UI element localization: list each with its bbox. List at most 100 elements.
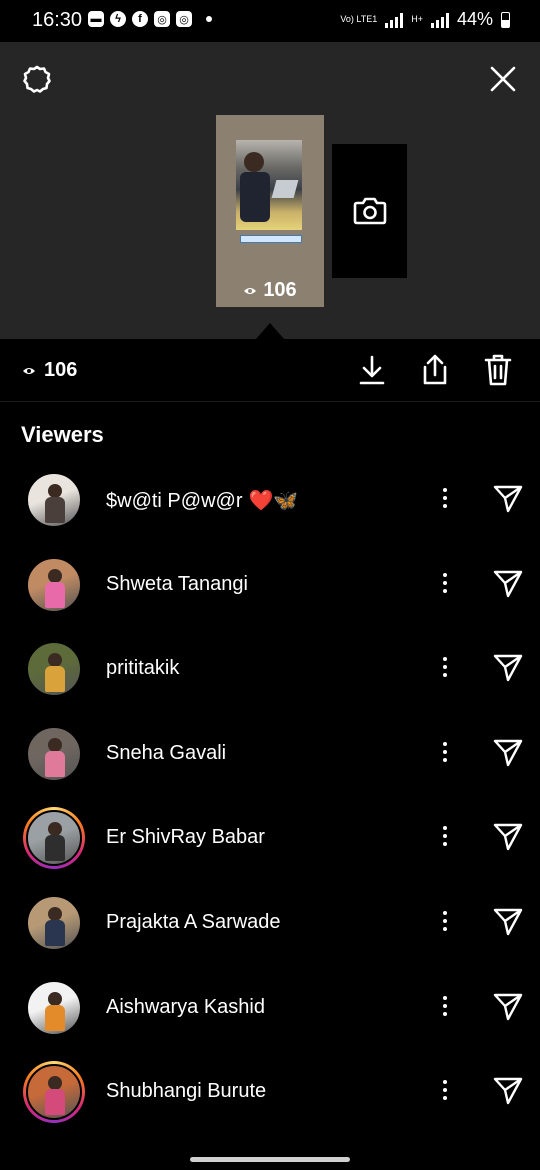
avatar (26, 725, 82, 782)
home-indicator[interactable] (190, 1157, 350, 1162)
viewer-row[interactable]: Shubhangi Burute (0, 1061, 540, 1145)
avatar-person-body (45, 835, 65, 862)
story-thumbnail[interactable]: 106 (216, 115, 324, 307)
instagram-icon: ◎ (176, 11, 192, 27)
send-message-icon[interactable] (492, 652, 524, 684)
viewer-row[interactable]: $w@ti P@w@r ❤️🦋 (0, 469, 540, 553)
facebook-icon: f (132, 11, 148, 27)
viewer-name[interactable]: $w@ti P@w@r ❤️🦋 (106, 488, 298, 513)
thumbnail-view-count: 106 (216, 279, 324, 302)
story-ring-avatar[interactable] (23, 1061, 85, 1124)
send-message-icon[interactable] (492, 568, 524, 600)
avatar-person-body (45, 1004, 65, 1031)
viewer-row[interactable]: Aishwarya Kashid (0, 977, 540, 1061)
viewer-name[interactable]: prititakik (106, 657, 179, 680)
avatar (26, 979, 82, 1036)
send-message-icon[interactable] (492, 906, 524, 938)
story-photo (236, 140, 302, 230)
more-options-icon[interactable] (435, 568, 455, 598)
avatar-person-body (45, 750, 65, 777)
story-ring-avatar[interactable] (23, 807, 85, 870)
views-count: 106 (22, 359, 77, 382)
viewer-row[interactable]: Shweta Tanangi (0, 554, 540, 638)
avatar (26, 1064, 82, 1121)
signal-icon (385, 12, 404, 28)
instagram-icon: ◎ (154, 11, 170, 27)
signal-icon (430, 12, 449, 28)
viewer-name[interactable]: Prajakta A Sarwade (106, 911, 281, 934)
avatar-container[interactable] (23, 469, 85, 531)
viewer-row[interactable]: prititakik (0, 638, 540, 722)
more-options-icon[interactable] (435, 1075, 455, 1105)
avatar-container[interactable] (23, 977, 85, 1039)
hplus-label: H+ (411, 14, 423, 24)
more-options-icon[interactable] (435, 737, 455, 767)
avatar-container[interactable] (23, 638, 85, 700)
avatar-person-head (48, 653, 62, 668)
send-message-icon[interactable] (492, 991, 524, 1023)
more-options-icon[interactable] (435, 821, 455, 851)
delete-icon[interactable] (483, 353, 513, 387)
messenger-icon: ϟ (110, 11, 126, 27)
avatar (26, 895, 82, 951)
person-body (240, 172, 270, 222)
viewers-heading: Viewers (21, 422, 104, 447)
viewer-name[interactable]: Aishwarya Kashid (106, 996, 265, 1019)
views-number: 106 (44, 359, 78, 381)
download-icon[interactable] (357, 353, 387, 387)
status-time: 16:30 (32, 9, 83, 31)
avatar (26, 556, 82, 613)
more-options-icon[interactable] (435, 906, 455, 936)
more-options-icon[interactable] (435, 991, 455, 1021)
eye-icon (244, 287, 257, 294)
viewer-row[interactable]: Er ShivRay Babar (0, 807, 540, 891)
status-bar: 16:30 ▬ ϟ f ◎ ◎ Vo) LTE1 H+ 44% (0, 0, 540, 42)
avatar-person-head (48, 822, 62, 837)
avatar-person-head (48, 991, 62, 1006)
send-message-icon[interactable] (492, 1075, 524, 1107)
more-options-icon[interactable] (435, 652, 455, 682)
add-story-camera-button[interactable] (332, 144, 407, 278)
send-message-icon[interactable] (492, 737, 524, 769)
avatar-person-body (45, 920, 65, 946)
story-action-bar: 106 (0, 339, 540, 402)
message-icon: ▬ (88, 11, 104, 27)
send-message-icon[interactable] (492, 821, 524, 853)
avatar-container[interactable] (23, 554, 85, 616)
viewer-name[interactable]: Sneha Gavali (106, 742, 226, 765)
avatar-container[interactable] (23, 892, 85, 954)
eye-icon (23, 367, 35, 374)
viewer-row[interactable]: Sneha Gavali (0, 723, 540, 807)
selected-story-indicator (256, 323, 284, 339)
viewer-name[interactable]: Shubhangi Burute (106, 1080, 266, 1103)
close-icon[interactable] (488, 64, 518, 94)
avatar-person-body (45, 1089, 65, 1116)
avatar-person-head (48, 568, 62, 583)
battery-icon (501, 11, 510, 28)
avatar-person-body (45, 666, 65, 693)
person-figure (244, 152, 264, 172)
more-notifications-dot (206, 16, 212, 22)
avatar-person-head (48, 484, 62, 498)
viewer-name[interactable]: Shweta Tanangi (106, 573, 248, 596)
battery-percent: 44% (456, 9, 493, 29)
notification-icons: ▬ ϟ f ◎ ◎ (88, 11, 212, 27)
settings-gear-icon[interactable] (22, 64, 52, 94)
story-caption-sticker (240, 235, 302, 243)
system-status: Vo) LTE1 H+ 44% (340, 9, 510, 30)
avatar (26, 472, 82, 528)
avatar-container[interactable] (23, 723, 85, 785)
avatar-person-head (48, 1076, 62, 1091)
avatar (26, 641, 82, 698)
story-preview-area: 106 (0, 42, 540, 339)
viewer-row[interactable]: Prajakta A Sarwade (0, 892, 540, 976)
share-icon[interactable] (420, 353, 450, 387)
avatar (26, 810, 82, 867)
avatar-person-head (48, 907, 62, 921)
avatar-person-body (45, 497, 65, 523)
viewer-name[interactable]: Er ShivRay Babar (106, 826, 265, 849)
thumbnail-views: 106 (263, 279, 297, 301)
avatar-person-head (48, 737, 62, 752)
more-options-icon[interactable] (435, 483, 455, 513)
send-message-icon[interactable] (492, 483, 524, 515)
